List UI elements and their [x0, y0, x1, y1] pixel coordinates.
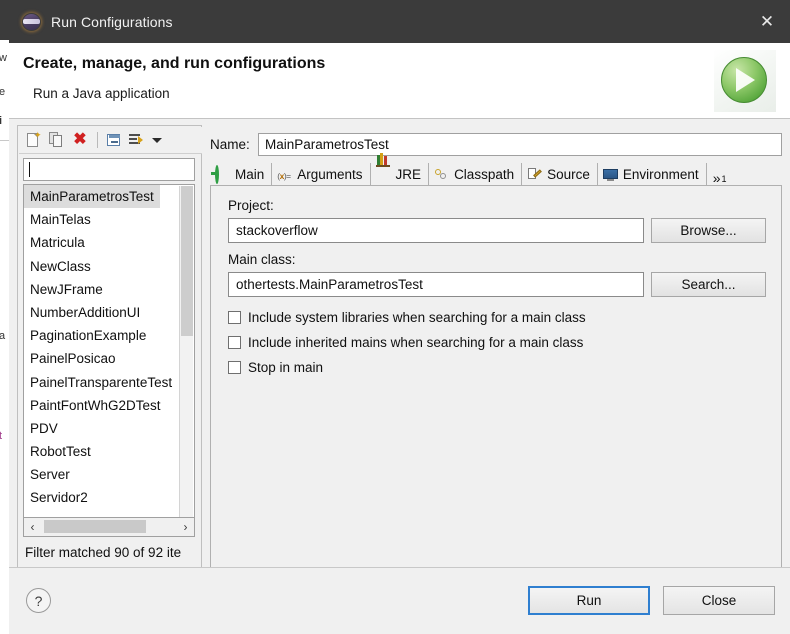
list-item[interactable]: NumberAdditionUI: [24, 301, 194, 324]
close-button[interactable]: Close: [663, 586, 775, 615]
filter-icon[interactable]: [126, 129, 148, 151]
tab-label: Environment: [622, 167, 699, 182]
list-item[interactable]: PainelPosicao: [24, 347, 194, 370]
background-divider: [0, 140, 9, 141]
dialog-title: Run Configurations: [51, 13, 173, 30]
background-window-sliver: w e i a t: [0, 0, 9, 634]
project-label: Project:: [228, 198, 274, 213]
background-fragment: a: [0, 330, 6, 342]
background-fragment: i: [0, 115, 3, 127]
name-label: Name:: [210, 136, 250, 152]
checkbox-box[interactable]: [228, 336, 241, 349]
checkbox-include-inherited-mains[interactable]: Include inherited mains when searching f…: [228, 335, 583, 350]
tab-bar: Main (x)= Arguments JRE Classpath Source: [210, 152, 782, 186]
tab-label: Main: [235, 167, 265, 182]
tab-environment[interactable]: Environment: [598, 163, 707, 186]
list-item[interactable]: PainelTransparenteTest: [24, 371, 194, 394]
list-item[interactable]: Server: [24, 463, 194, 486]
list-vertical-scrollbar[interactable]: [179, 186, 193, 517]
arguments-xequals-icon: (x)=: [277, 170, 291, 181]
main-class-label: Main class:: [228, 252, 296, 267]
tab-overflow-count: 1: [721, 174, 727, 184]
page-title: Create, manage, and run configurations: [23, 55, 326, 72]
new-document-icon[interactable]: ✦: [23, 129, 45, 151]
collapse-all-icon[interactable]: [103, 129, 125, 151]
tab-overflow-button[interactable]: » 1: [707, 168, 730, 186]
list-item[interactable]: PaintFontWhG2DTest: [24, 394, 194, 417]
checkbox-label: Include inherited mains when searching f…: [248, 335, 584, 350]
red-x-delete-icon[interactable]: ✖: [69, 129, 91, 151]
background-fragment: w: [0, 52, 7, 64]
help-icon[interactable]: ?: [26, 588, 51, 613]
run-button[interactable]: Run: [528, 586, 650, 615]
list-item[interactable]: NewClass: [24, 255, 194, 278]
list-item[interactable]: MainTelas: [24, 208, 194, 231]
jre-books-icon: [375, 152, 392, 183]
tab-label: Arguments: [297, 167, 363, 182]
main-tab-panel: Project: stackoverflow Browse... Main cl…: [210, 185, 782, 624]
checkbox-box[interactable]: [228, 311, 241, 324]
dialog-footer: ? Run Close: [9, 567, 790, 634]
tab-overflow-symbol: »: [712, 170, 721, 186]
dialog-titlebar: Run Configurations ✕: [9, 0, 790, 43]
filter-status-text: Filter matched 90 of 92 ite: [25, 545, 182, 560]
tab-main[interactable]: Main: [210, 163, 273, 186]
background-fragment: t: [0, 430, 3, 442]
checkbox-label: Stop in main: [248, 360, 324, 375]
main-class-input[interactable]: othertests.MainParametrosTest: [228, 272, 644, 297]
eclipse-icon: [23, 13, 41, 31]
name-row: Name: MainParametrosTest: [210, 132, 782, 156]
list-item[interactable]: PaginationExample: [24, 324, 194, 347]
list-item[interactable]: Servidor2: [24, 486, 194, 509]
scrollbar-thumb[interactable]: [181, 186, 193, 336]
list-horizontal-scrollbar[interactable]: ‹ ›: [23, 518, 195, 537]
main-green-circle-icon: [215, 164, 231, 184]
background-fragment: e: [0, 86, 6, 98]
close-icon[interactable]: ✕: [744, 0, 790, 43]
toolbar-separator: [97, 132, 98, 148]
list-item[interactable]: NewJFrame: [24, 278, 194, 301]
filter-input[interactable]: [23, 158, 195, 181]
tab-arguments[interactable]: (x)= Arguments: [272, 163, 371, 186]
list-item[interactable]: RobotTest: [24, 440, 194, 463]
background-window-titlebar: [0, 0, 9, 40]
configuration-editor: Name: MainParametrosTest Main (x)= Argum…: [210, 127, 782, 627]
source-pencil-icon: [527, 167, 543, 183]
list-item[interactable]: Matricula: [24, 231, 194, 254]
checkbox-include-system-libraries[interactable]: Include system libraries when searching …: [228, 310, 586, 325]
name-input[interactable]: MainParametrosTest: [258, 132, 782, 156]
checkbox-label: Include system libraries when searching …: [248, 310, 586, 325]
configurations-list[interactable]: MainParametrosTest MainTelas Matricula N…: [23, 184, 195, 518]
run-configurations-dialog: Run Configurations ✕ Create, manage, and…: [9, 0, 790, 634]
tab-source[interactable]: Source: [522, 163, 598, 186]
list-item[interactable]: MainParametrosTest: [24, 185, 194, 209]
dialog-header: Create, manage, and run configurations R…: [9, 43, 790, 119]
list-item-label: MainParametrosTest: [24, 185, 160, 209]
environment-monitor-icon: [602, 167, 619, 183]
checkbox-box[interactable]: [228, 361, 241, 374]
run-play-icon: [714, 50, 776, 112]
checkbox-stop-in-main[interactable]: Stop in main: [228, 360, 323, 375]
tab-label: Source: [547, 167, 590, 182]
dialog-body: ✦ ✖ MainParametrosTest MainTelas Matricu…: [9, 119, 790, 634]
tab-label: JRE: [395, 167, 422, 182]
scrollbar-thumb[interactable]: [44, 520, 146, 533]
tab-jre[interactable]: JRE: [371, 152, 430, 186]
search-button[interactable]: Search...: [651, 272, 766, 297]
scroll-right-icon[interactable]: ›: [177, 518, 194, 535]
page-subtitle: Run a Java application: [33, 86, 170, 101]
chevron-down-icon[interactable]: [149, 129, 165, 151]
duplicate-icon[interactable]: [46, 129, 68, 151]
scroll-left-icon[interactable]: ‹: [24, 518, 41, 535]
list-item[interactable]: PDV: [24, 417, 194, 440]
project-input[interactable]: stackoverflow: [228, 218, 644, 243]
text-caret: [29, 162, 30, 177]
tab-classpath[interactable]: Classpath: [429, 163, 523, 186]
tab-label: Classpath: [454, 167, 515, 182]
configurations-toolbar: ✦ ✖: [19, 127, 202, 154]
browse-button[interactable]: Browse...: [651, 218, 766, 243]
classpath-links-icon: [434, 167, 450, 183]
configurations-panel: ✦ ✖ MainParametrosTest MainTelas Matricu…: [19, 127, 202, 575]
